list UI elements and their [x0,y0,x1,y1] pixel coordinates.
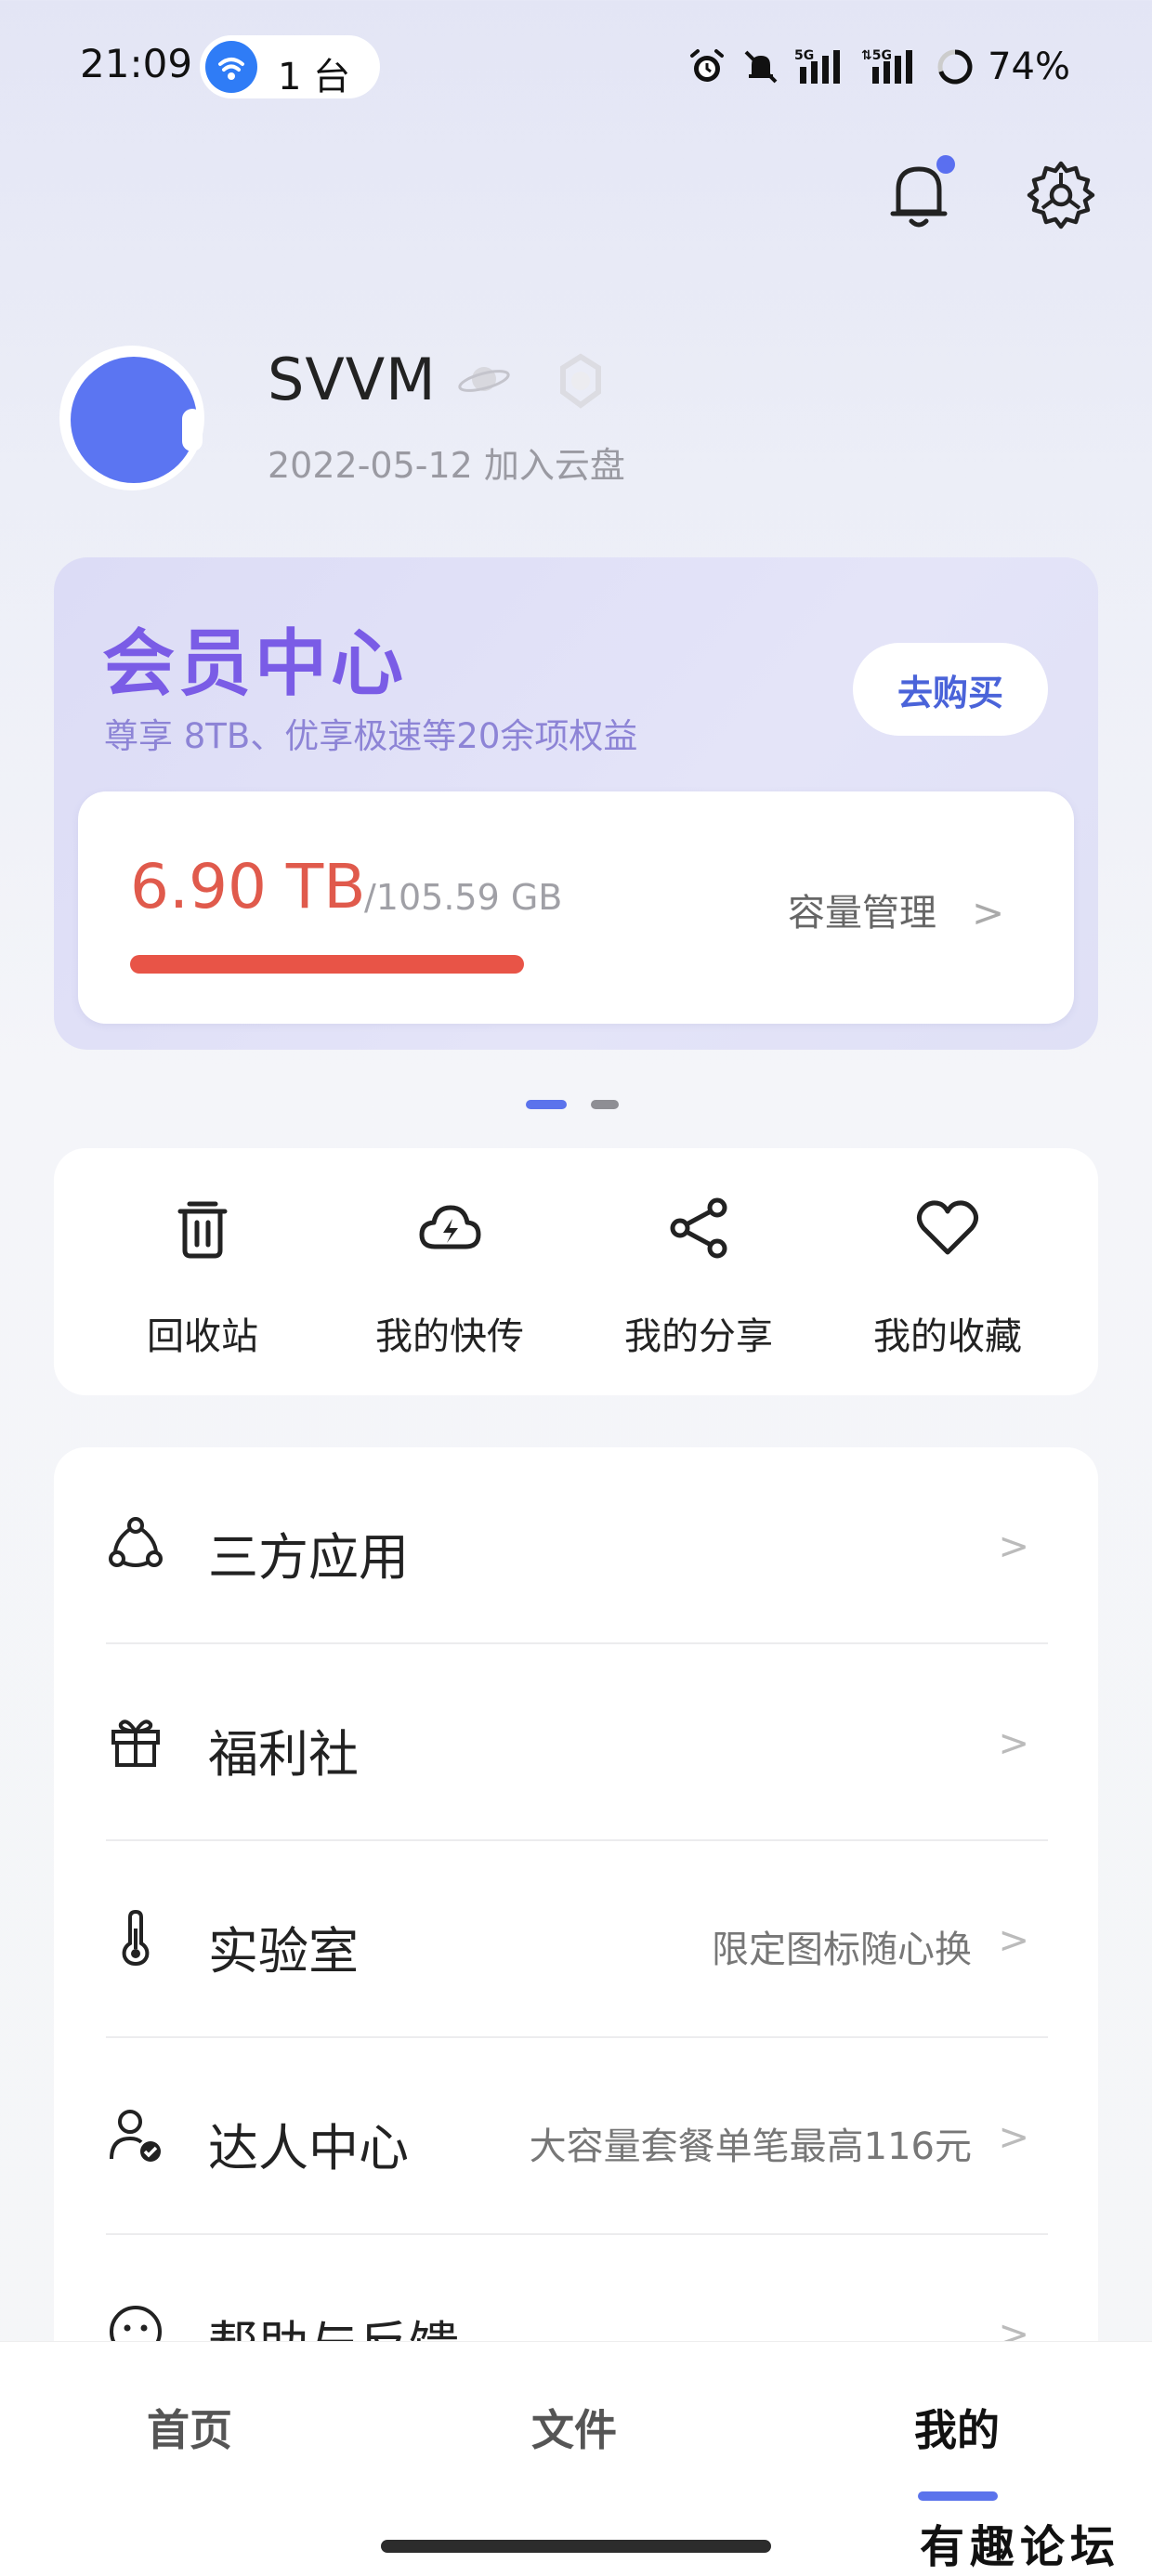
signal-5g-icon: ⇅5G [861,48,913,84]
battery-level: 74% [988,46,1070,88]
menu-item-title: 实验室 [208,1922,359,1981]
username: SVVM [268,346,437,413]
svg-text:5G: 5G [794,48,814,63]
storage-total: /105.59 GB [364,877,563,918]
buy-button[interactable]: 去购买 [853,643,1048,736]
member-subtitle: 尊享 8TB、优享极速等20余项权益 [104,716,638,756]
chevron-right-icon: > [972,890,1005,935]
avatar-notch [182,409,203,451]
watermark: 有趣论坛 [920,2521,1121,2573]
capacity-manage-link[interactable]: 容量管理 [788,883,936,936]
home-indicator[interactable] [381,2540,771,2553]
hotspot-pill[interactable]: 1 台 [200,35,380,98]
gift-icon [111,1720,160,1767]
quick-action-recycle-bin[interactable]: 回收站 [91,1148,314,1395]
menu-item-hint: 大容量套餐单笔最高116元 [529,2125,972,2168]
storage-used: 6.90 TB [130,851,366,922]
medal-badge-icon[interactable] [548,351,613,412]
join-date: 2022-05-12 加入云盘 [268,445,625,486]
menu-item-lab[interactable]: 实验室 限定图标随心换 > [54,1841,1098,2038]
chevron-right-icon: > [998,1722,1029,1765]
cloud-bolt-icon [419,1205,481,1249]
chevron-right-icon: > [998,2116,1029,2159]
battery-ring-icon [937,49,973,85]
menu-item-title: 三方应用 [208,1528,409,1587]
menu-item-title: 达人中心 [208,2119,409,2177]
signal-5g-icon: 5G [794,48,841,84]
menu-item-hint: 限定图标随心换 [712,1929,972,1971]
quick-action-label: 我的收藏 [873,1315,1022,1358]
apps-icon [109,1517,163,1567]
quick-action-label: 我的快传 [375,1315,524,1358]
avatar[interactable] [71,357,197,483]
nav-active-indicator [918,2491,998,2501]
nav-files[interactable]: 文件 [531,2397,617,2458]
thermometer-icon [122,1909,150,1967]
hotspot-count: 1 台 [278,56,351,98]
quick-action-favorites[interactable]: 我的收藏 [836,1148,1059,1395]
menu-item-third-party-apps[interactable]: 三方应用 > [54,1447,1098,1644]
pager-dot-active[interactable] [526,1100,567,1109]
alarm-icon [690,49,725,82]
status-icons: 5G ⇅5G 74% [687,41,1070,93]
planet-badge-icon[interactable] [457,360,511,398]
nav-home[interactable]: 首页 [147,2397,232,2458]
status-time: 21:09 [80,41,193,86]
settings-icon[interactable] [1026,160,1096,230]
menu-item-title: 福利社 [208,1725,359,1784]
heart-icon [916,1200,979,1255]
chevron-right-icon: > [998,1919,1029,1962]
quick-action-my-share[interactable]: 我的分享 [587,1148,810,1395]
nav-mine[interactable]: 我的 [914,2397,1000,2458]
chevron-right-icon: > [998,1525,1029,1568]
mute-icon [744,50,778,84]
svg-text:⇅5G: ⇅5G [861,48,892,63]
trash-icon [177,1201,228,1259]
share-icon [670,1197,727,1259]
storage-usage-bar [130,955,524,974]
member-title: 会员中心 [102,622,408,706]
notification-dot [936,155,955,174]
menu-item-expert-center[interactable]: 达人中心 大容量套餐单笔最高116元 > [54,2038,1098,2235]
quick-action-label: 我的分享 [624,1315,773,1358]
menu-item-welfare[interactable]: 福利社 > [54,1644,1098,1841]
pager-dot[interactable] [591,1100,619,1109]
quick-action-label: 回收站 [147,1315,258,1358]
quick-action-fast-transfer[interactable]: 我的快传 [338,1148,561,1395]
user-verified-icon [110,2110,161,2162]
hotspot-icon [205,41,257,93]
